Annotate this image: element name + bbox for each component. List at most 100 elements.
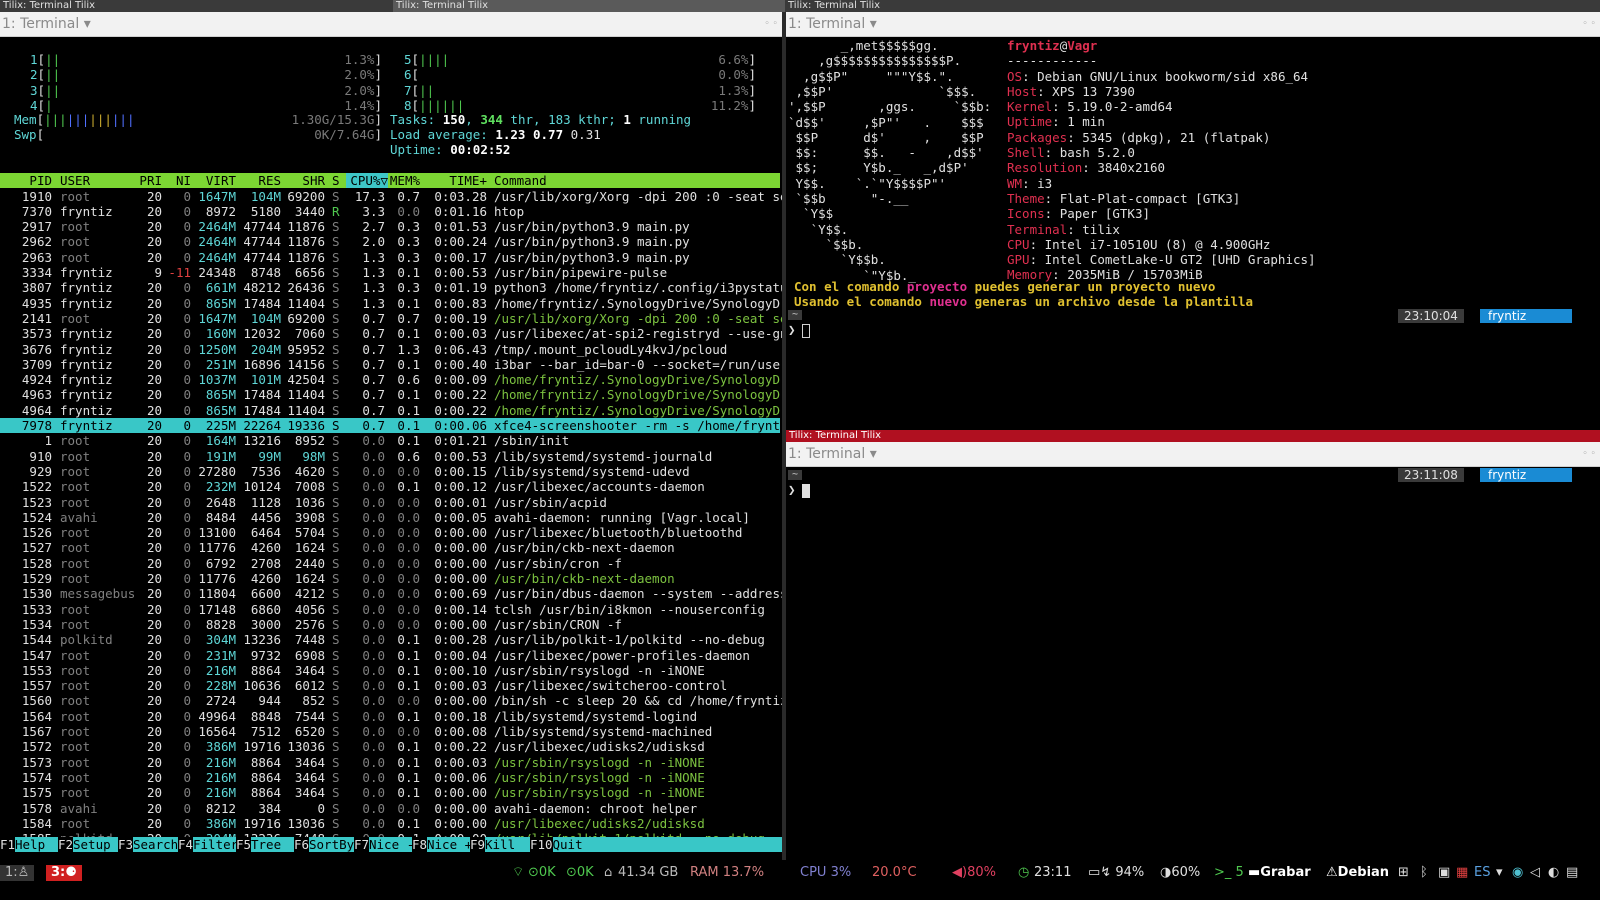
table-row[interactable]: 2917 root 20 0 2464M 47744 11876 S 2.7 0.3 0:01.53…	[0, 219, 780, 234]
bottom-terminal-pane[interactable]: ~ 23:11:08 fryntiz ❯	[786, 468, 1600, 860]
function-key-label[interactable]: Nice +	[427, 837, 472, 852]
keyboard-layout[interactable]: ES	[1474, 865, 1490, 881]
table-row[interactable]: 1529 root 20 0 11776 4260 1624 S 0.0 0.0 0:00.00/u…	[0, 571, 780, 586]
terminal-tab-bottom[interactable]: 1: Terminal ▾ ◦ ◦	[786, 442, 1600, 467]
terminal-tab-left[interactable]: 1: Terminal ▾ ◦ ◦	[0, 12, 782, 37]
table-row[interactable]: 3676 fryntiz 20 0 1250M 204M 95952 S 0.7 1.3 0:06.…	[0, 342, 780, 357]
table-row[interactable]: 1572 root 20 0 386M 19716 13036 S 0.0 0.1 0:00.22 /…	[0, 739, 780, 754]
table-row[interactable]: 2141 root 20 0 1647M 104M 69200 S 0.7 0.7 0:00.19 /…	[0, 311, 782, 326]
table-row[interactable]: 1523 root 20 0 2648 1128 1036 S 0.0 0.0 0:00.01/us…	[0, 495, 780, 510]
table-row[interactable]: 1526 root 20 0 13100 6464 5704 S 0.0 0.0 0:00.00/u…	[0, 525, 780, 540]
network-tray-icon[interactable]: ◉	[1512, 865, 1523, 881]
column-header[interactable]: S	[332, 173, 340, 188]
function-key-label[interactable]: Quit	[553, 837, 583, 852]
table-row[interactable]: 4935 fryntiz 20 0 865M 17484 11404 S 1.3 0.1 0:00.…	[0, 296, 782, 311]
table-row[interactable]: 7978 fryntiz 20 0 225M 22264 19336 S 0.7 0.1 0:00.…	[0, 418, 782, 434]
column-header[interactable]: CPU%▽	[346, 173, 388, 189]
table-cell: 0	[183, 479, 191, 495]
screenshot-icon[interactable]: ▣	[1438, 865, 1450, 881]
table-row[interactable]: 1567 root 20 0 16564 7512 6520 S 0.0 0.0 0:00.08/l…	[0, 724, 780, 739]
function-key-label[interactable]: Nice -	[369, 837, 414, 852]
htop-pane[interactable]: 1[|| 1.3%] 2[|| 2.0%] 3[|| 2.0%] 4[| 1.4%] 5[|||…	[0, 38, 782, 860]
table-row[interactable]: 1522 root 20 0 232M 10124 7008 S 0.0 0.1 0:00.12/u…	[0, 479, 780, 494]
table-row[interactable]: 1574 root 20 0 216M 8864 3464 S 0.0 0.1 0:00.06/us…	[0, 770, 780, 785]
terminal-tab-right[interactable]: 1: Terminal ▾ ◦ ◦	[786, 12, 1600, 37]
cpu-percent: 1.4%]	[344, 97, 382, 113]
table-cell: 0.0	[362, 708, 385, 724]
table-row[interactable]: 1528 root 20 0 6792 2708 2440 S 0.0 0.0 0:00.00/us…	[0, 556, 780, 571]
clipboard-tray-icon[interactable]: ▤	[1566, 865, 1578, 881]
table-row[interactable]: 1573 root 20 0 216M 8864 3464 S 0.0 0.1 0:00.03/us…	[0, 755, 780, 770]
speaker-tray-icon[interactable]: ◁	[1530, 865, 1540, 881]
table-row[interactable]: 3709 fryntiz 20 0 251M 16896 14156 S 0.7 0.1 0:00.…	[0, 357, 782, 372]
table-row[interactable]: 2962 root 20 0 2464M 47744 11876 S 2.0 0.3 0:00.24…	[0, 234, 780, 249]
function-key-label[interactable]: Tree	[251, 837, 281, 852]
table-row[interactable]: 4963 fryntiz 20 0 865M 17484 11404 S 0.7 0.1 0:00.…	[0, 387, 782, 402]
column-header[interactable]: SHR	[302, 173, 325, 188]
workspace-3-button[interactable]: 3:⚈	[46, 865, 82, 881]
table-row[interactable]: 3807 fryntiz 20 0 661M 48212 26436 S 1.3 0.3 0:01.…	[0, 280, 782, 295]
tab-controls[interactable]: ◦ ◦	[1583, 442, 1596, 466]
column-header[interactable]: PRI	[139, 173, 162, 188]
table-row[interactable]: 7370 fryntiz 20 0 8972 5180 3440 R 3.3 0.0 0:01.16…	[0, 204, 780, 219]
table-cell: S	[332, 555, 340, 571]
table-cell: 0.3	[397, 234, 420, 250]
column-header[interactable]: VIRT	[206, 173, 236, 188]
process-table-header[interactable]: PID USER PRI NI VIRT RES SHR S CPU%▽ MEM% TIME+ Com…	[0, 173, 780, 189]
table-cell: 0.0	[362, 724, 385, 739]
table-row[interactable]: 4964 fryntiz 20 0 865M 17484 11404 S 0.7 0.1 0:00.…	[0, 403, 782, 418]
column-header[interactable]: RES	[258, 173, 281, 188]
power-tray-icon[interactable]: ◐	[1548, 865, 1559, 881]
table-row[interactable]: 1557 root 20 0 228M 10636 6012 S 0.0 0.1 0:00.03/u…	[0, 678, 780, 693]
dropdown-icon[interactable]: ▾	[1496, 865, 1503, 881]
function-key-bar[interactable]: F1 Help F2 Setup F3 Search F4 Filter F5 Tree F6 Sor…	[0, 837, 782, 853]
function-key-label[interactable]: Search	[133, 837, 178, 852]
column-header[interactable]: USER	[60, 173, 90, 188]
function-key-label[interactable]: Help	[15, 837, 45, 852]
column-header[interactable]: TIME+	[449, 173, 487, 188]
table-row[interactable]: 1547 root 20 0 231M 9732 6908 S 0.0 0.1 0:00.04/us…	[0, 648, 780, 663]
table-row[interactable]: 1 root 20 0 164M 13216 8952 S 0.0 0.1 0:01.21/sbin…	[0, 433, 780, 448]
table-row[interactable]: 4924 fryntiz 20 0 1037M 101M 42504 S 0.7 0.6 0:00.…	[0, 372, 782, 387]
neofetch-pane[interactable]: _,met$$$$$gg. ,g$$$$$$$$$$$$$$$P. ,g$$P"…	[786, 38, 1600, 428]
table-row[interactable]: 1534 root 20 0 8828 3000 2576 S 0.0 0.0 0:00.00/us…	[0, 617, 780, 632]
table-row[interactable]: 1544 polkitd 20 0 304M 13236 7448 S 0.0 0.1 0:00.2…	[0, 632, 780, 647]
table-row[interactable]: 1524 avahi 20 0 8484 4456 3908 S 0.0 0.0 0:00.05 av…	[0, 510, 780, 525]
table-row[interactable]: 1527 root 20 0 11776 4260 1624 S 0.0 0.0 0:00.00/u…	[0, 540, 780, 555]
table-cell: 0	[183, 540, 191, 556]
table-row[interactable]: 1533 root 20 0 17148 6860 4056 S 0.0 0.0 0:00.14 tc…	[0, 602, 780, 617]
table-row[interactable]: 1578 avahi 20 0 8212 384 0 S 0.0 0.0 0:00.00 avahi-…	[0, 801, 780, 816]
volume[interactable]: ◀)80%	[952, 865, 996, 881]
column-header[interactable]: MEM%	[390, 173, 420, 188]
function-key-label[interactable]: Setup	[73, 837, 111, 852]
record-button[interactable]: ▬Grabar	[1248, 865, 1311, 881]
table-row[interactable]: 2963 root 20 0 2464M 47744 11876 S 1.3 0.3 0:00.17…	[0, 250, 780, 265]
workspace-1-button[interactable]: 1:♙	[0, 865, 35, 881]
table-row[interactable]: 1910 root 20 0 1647M 104M 69200 S 17.3 0.7 0:03.28…	[0, 188, 782, 204]
table-row[interactable]: 1560 root 20 0 2724 944 852 S 0.0 0.0 0:00.00/bin/…	[0, 693, 782, 708]
bluetooth-icon[interactable]: ᛒ	[1420, 865, 1428, 881]
column-header[interactable]: PID	[29, 173, 52, 188]
table-cell: 1533	[21, 601, 52, 617]
table-row[interactable]: 910 root 20 0 191M 99M 98M S 0.0 0.6 0:00.53/lib/s…	[0, 449, 780, 464]
column-header[interactable]: NI	[176, 173, 191, 188]
table-row[interactable]: 929 root 20 0 27280 7536 4620 S 0.0 0.0 0:00.15/li…	[0, 464, 780, 479]
table-row[interactable]: 3334 fryntiz 9 -11 24348 8748 6656 S 1.3 0.1 0:00.…	[0, 265, 780, 280]
windows-icon[interactable]: ⊞	[1398, 865, 1409, 881]
table-cell: 0.1	[397, 815, 420, 831]
table-row[interactable]: 1530 messagebus 20 0 11804 6600 4212 S 0.0 0.0 0:0…	[0, 586, 782, 601]
tab-controls[interactable]: ◦ ◦	[765, 12, 778, 36]
table-cell: 3464	[294, 754, 325, 770]
tab-controls[interactable]: ◦ ◦	[1583, 12, 1596, 36]
table-row[interactable]: 1575 root 20 0 216M 8864 3464 S 0.0 0.1 0:00.00/us…	[0, 785, 780, 800]
table-row[interactable]: 3573 fryntiz 20 0 160M 12032 7060 S 0.7 0.1 0:00.0…	[0, 326, 782, 341]
column-header[interactable]: Command	[494, 173, 547, 188]
function-key-label[interactable]: SortBy	[309, 837, 354, 852]
table-row[interactable]: 1584 root 20 0 386M 19716 13036 S 0.0 0.1 0:00.00 /…	[0, 816, 780, 831]
table-row[interactable]: 1553 root 20 0 216M 8864 3464 S 0.0 0.1 0:00.10/us…	[0, 663, 780, 678]
table-row[interactable]: 1564 root 20 0 49964 8848 7544 S 0.0 0.1 0:00.18/l…	[0, 709, 780, 724]
function-key-label[interactable]: Filter	[193, 837, 238, 852]
cpu-percent: 6.6%]	[718, 52, 756, 67]
function-key-label[interactable]: Kill	[485, 837, 515, 852]
table-cell: 17.3	[354, 188, 385, 204]
